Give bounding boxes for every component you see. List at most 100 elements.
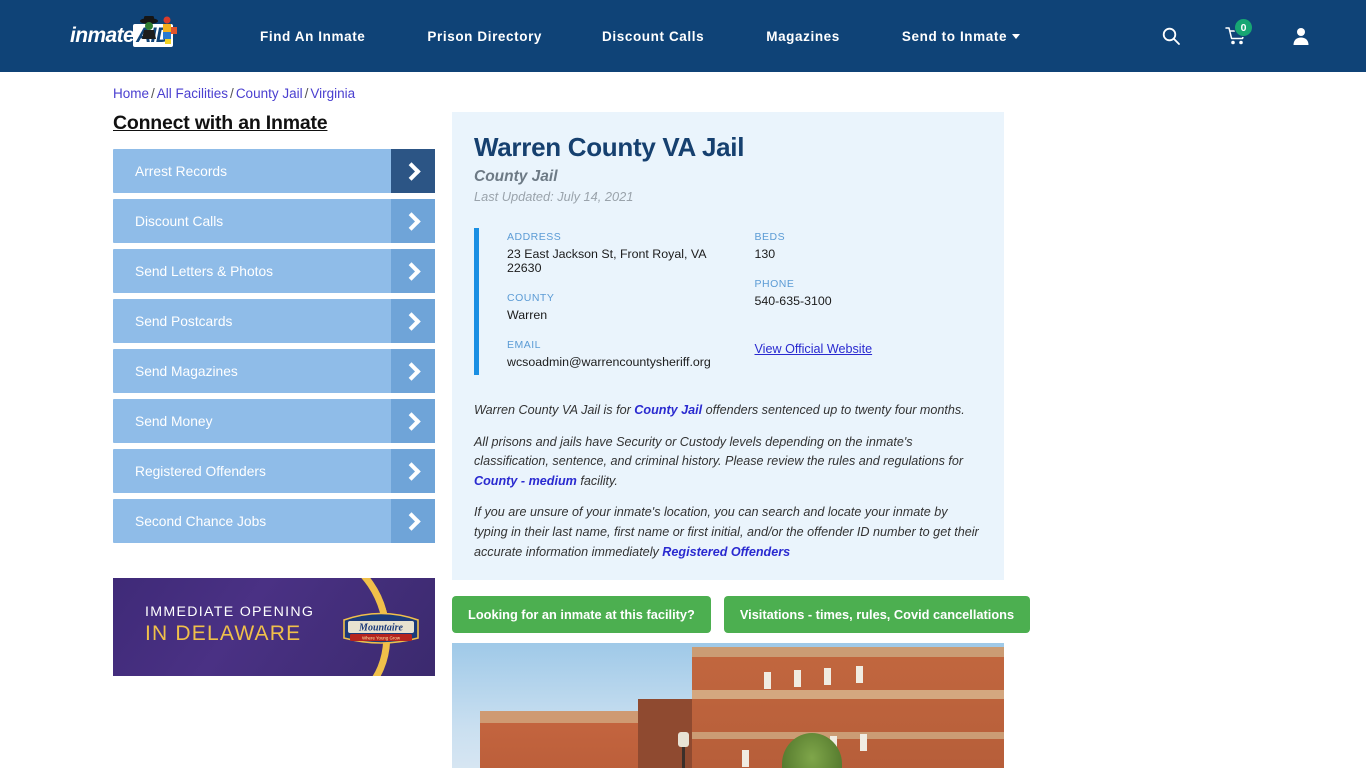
svg-text:Where Young Grow: Where Young Grow xyxy=(362,636,401,641)
breadcrumb-separator: / xyxy=(304,86,309,101)
county-medium-link[interactable]: County - medium xyxy=(474,474,577,488)
advertisement-banner[interactable]: IMMEDIATE OPENING IN DELAWARE Mountaire … xyxy=(113,578,435,676)
detail-value: 130 xyxy=(754,247,776,261)
breadcrumb-item-home[interactable]: Home xyxy=(113,86,149,101)
page-body: Home / All Facilities / County Jail / Virginia… xyxy=(0,72,1366,768)
facility-info-card: Warren County VA Jail County Jail Last U… xyxy=(452,112,1004,581)
chevron-right-icon xyxy=(391,299,435,343)
visitations-button[interactable]: Visitations - times, rules, Covid cancel… xyxy=(723,596,1031,634)
last-updated-text: Last Updated: July 14, 2021 xyxy=(474,189,634,204)
p1-text-a: Warren County VA Jail is for xyxy=(474,403,635,417)
chevron-right-icon xyxy=(391,349,435,393)
sidebar: Connect with an Inmate Arrest Records Di… xyxy=(113,112,435,768)
county-jail-link[interactable]: County Jail xyxy=(634,403,702,417)
detail-beds: BEDS 130 xyxy=(755,231,983,261)
breadcrumb-separator: / xyxy=(151,86,155,101)
mountaire-logo-icon: Mountaire Where Young Grow xyxy=(343,612,419,644)
nav-send-to-inmate-label: Send to Inmate xyxy=(901,28,1008,44)
detail-value: 23 East Jackson St, Front Royal, VA 2263… xyxy=(507,247,706,275)
detail-phone: PHONE 540-635-3100 xyxy=(755,278,983,308)
sidebar-item-label: Registered Offenders xyxy=(135,463,266,479)
search-icon[interactable] xyxy=(1161,26,1181,46)
sidebar-item-send-money[interactable]: Send Money xyxy=(113,399,435,443)
breadcrumb-separator: / xyxy=(230,86,234,101)
window xyxy=(794,670,801,688)
header-icon-group: 0 xyxy=(1161,18,1311,46)
facility-building-photo xyxy=(452,643,1004,768)
chevron-right-icon xyxy=(391,149,435,193)
breadcrumb-item-county-jail[interactable]: County Jail xyxy=(236,86,303,101)
chevron-down-icon xyxy=(1012,33,1021,39)
sidebar-item-send-postcards[interactable]: Send Postcards xyxy=(113,299,435,343)
nav-item-find-an-inmate[interactable]: Find An Inmate xyxy=(260,29,365,44)
cta-button-row: Looking for an inmate at this facility? … xyxy=(452,596,1366,634)
detail-county: COUNTY Warren xyxy=(507,292,731,322)
p2-text-a: All prisons and jails have Security or C… xyxy=(474,434,964,469)
sidebar-item-send-magazines[interactable]: Send Magazines xyxy=(113,349,435,393)
view-official-website-link[interactable]: View Official Website xyxy=(755,342,873,356)
user-account-icon[interactable] xyxy=(1291,26,1311,46)
content-columns: Connect with an Inmate Arrest Records Di… xyxy=(0,112,1366,768)
detail-label: PHONE xyxy=(754,278,795,290)
facility-description: Warren County VA Jail is for County Jail… xyxy=(474,401,982,562)
detail-label: EMAIL xyxy=(507,339,542,351)
nav-item-magazines[interactable]: Magazines xyxy=(766,29,840,44)
p2-text-b: facility. xyxy=(576,473,618,488)
sidebar-item-arrest-records[interactable]: Arrest Records xyxy=(113,149,435,193)
detail-label: COUNTY xyxy=(507,292,555,304)
facility-type-subtitle: County Jail xyxy=(474,168,558,185)
ad-headline-line1: IMMEDIATE OPENING xyxy=(145,604,315,620)
sidebar-item-label: Send Postcards xyxy=(135,313,233,329)
detail-value: wcsoadmin@warrencountysheriff.org xyxy=(507,355,711,369)
detail-value: 540-635-3100 xyxy=(754,294,832,308)
nav-item-prison-directory[interactable]: Prison Directory xyxy=(427,29,542,44)
nav-item-send-to-inmate[interactable]: Send to Inmate xyxy=(901,28,1021,44)
sidebar-item-label: Send Money xyxy=(135,413,213,429)
detail-label: BEDS xyxy=(754,231,786,243)
sidebar-item-label: Second Chance Jobs xyxy=(135,513,267,529)
breadcrumb-item-virginia[interactable]: Virginia xyxy=(310,86,355,101)
shopping-cart-icon[interactable]: 0 xyxy=(1225,18,1253,46)
main-content: Warren County VA Jail County Jail Last U… xyxy=(435,112,1366,768)
inmate-aid-mascot-icon xyxy=(140,16,177,44)
sidebar-item-label: Discount Calls xyxy=(135,213,224,229)
sidebar-title: Connect with an Inmate xyxy=(113,112,328,134)
svg-text:Mountaire: Mountaire xyxy=(358,623,403,634)
registered-offenders-link[interactable]: Registered Offenders xyxy=(662,545,790,559)
page-title: Warren County VA Jail xyxy=(474,132,745,162)
detail-email: EMAIL wcsoadmin@warrencountysheriff.org xyxy=(507,339,731,369)
sidebar-item-discount-calls[interactable]: Discount Calls xyxy=(113,199,435,243)
chevron-right-icon xyxy=(391,449,435,493)
building-roof-cap xyxy=(692,647,1004,658)
sidebar-item-second-chance-jobs[interactable]: Second Chance Jobs xyxy=(113,499,435,543)
window xyxy=(856,666,863,684)
building-band-upper xyxy=(692,690,1004,700)
detail-label: ADDRESS xyxy=(507,231,562,243)
chevron-right-icon xyxy=(391,499,435,543)
ad-headline-line2: IN DELAWARE xyxy=(145,622,302,645)
sidebar-item-send-letters-photos[interactable]: Send Letters & Photos xyxy=(113,249,435,293)
p1-text-b: offenders sentenced up to twenty four mo… xyxy=(702,403,965,417)
window xyxy=(860,734,867,752)
building-main-block xyxy=(692,647,1004,768)
nav-item-discount-calls[interactable]: Discount Calls xyxy=(602,29,704,44)
cart-count-badge: 0 xyxy=(1234,18,1253,37)
details-column-right: BEDS 130 PHONE 540-635-3100 View Officia… xyxy=(731,231,983,369)
details-column-left: ADDRESS 23 East Jackson St, Front Royal,… xyxy=(479,231,731,369)
site-header: inmateAID Find An Inmate Prison Director… xyxy=(0,0,1366,72)
breadcrumb-item-all-facilities[interactable]: All Facilities xyxy=(157,86,228,101)
breadcrumb: Home / All Facilities / County Jail / Virginia xyxy=(0,72,1366,101)
ad-text-block: IMMEDIATE OPENING IN DELAWARE xyxy=(145,604,314,646)
facility-details-grid: ADDRESS 23 East Jackson St, Front Royal,… xyxy=(474,228,982,375)
site-logo[interactable]: inmateAID xyxy=(70,14,192,58)
main-navigation: Find An Inmate Prison Directory Discount… xyxy=(260,29,1161,44)
window xyxy=(742,750,749,768)
description-paragraph-3: If you are unsure of your inmate's locat… xyxy=(474,503,982,562)
detail-value: Warren xyxy=(507,308,548,322)
looking-for-inmate-button[interactable]: Looking for an inmate at this facility? xyxy=(452,596,711,634)
detail-website: View Official Website xyxy=(755,325,983,358)
sidebar-item-registered-offenders[interactable]: Registered Offenders xyxy=(113,449,435,493)
sidebar-item-label: Arrest Records xyxy=(135,163,228,179)
sidebar-item-label: Send Letters & Photos xyxy=(135,263,274,279)
